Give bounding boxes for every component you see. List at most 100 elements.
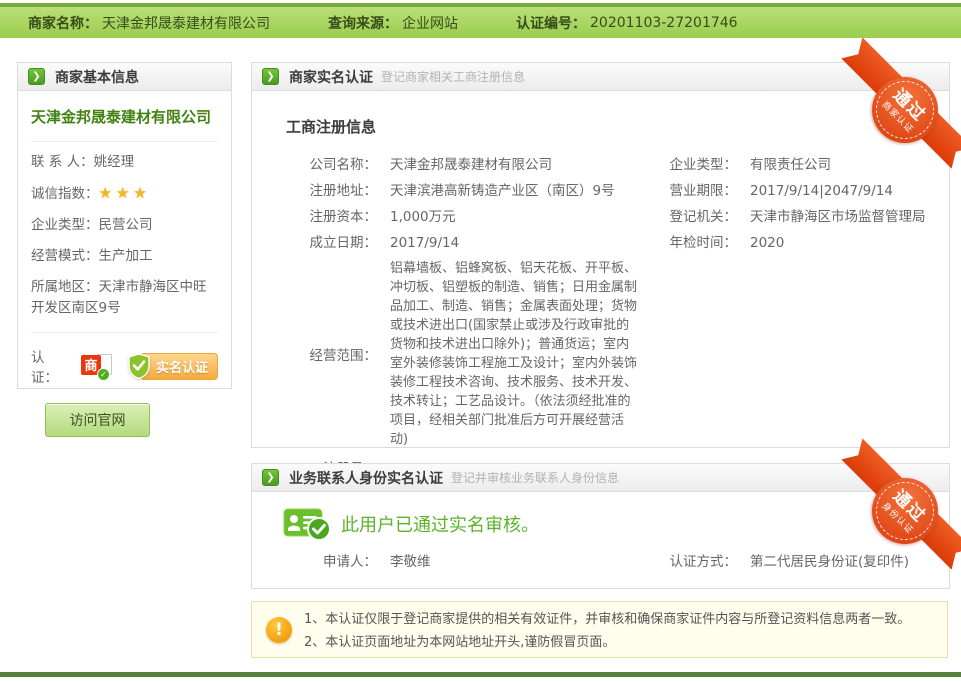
field-row: 公司名称： 天津金邦晟泰建材有限公司	[252, 152, 640, 178]
footer-divider	[0, 672, 961, 677]
credit-label: 诚信指数：	[31, 186, 99, 202]
field-row: 企业类型： 有限责任公司	[640, 152, 949, 178]
topbar-cert-number: 认证编号： 20201103-27201746	[516, 13, 738, 33]
business-scope-value: 铝幕墙板、铝蜂窝板、铝天花板、开平板、冲切板、铝塑板的制造、销售；日用金属制品加…	[390, 259, 640, 449]
field-row: 登记机关： 天津市静海区市场监督管理局	[640, 204, 949, 230]
ribbon-band	[841, 37, 961, 169]
section1-title: 商家实名认证	[289, 67, 373, 87]
field-label: 注册地址：	[252, 178, 377, 204]
applicant-label: 申请人：	[252, 549, 377, 575]
cert-number-label: 认证编号：	[516, 13, 586, 33]
contact-identity-cert-panel: ❯ 业务联系人身份实名认证 登记并审核业务联系人身份信息 此用户已通过实名审核。	[251, 463, 950, 589]
region-row: 所属地区：天津市静海区中旺开发区南区9号	[31, 277, 218, 319]
field-value: 1,000万元	[390, 204, 456, 230]
field-label: 年检时间：	[640, 230, 737, 256]
notice-line-1: 1、本认证仅限于登记商家提供的相关有效证件，并审核和确保商家证件内容与所登记资料…	[304, 608, 910, 631]
field-value: 2017/9/14|2047/9/14	[750, 178, 893, 204]
business-model-value: 生产加工	[99, 248, 153, 264]
cert-method-row: 认证方式： 第二代居民身份证(复印件)	[640, 549, 949, 575]
business-model-label: 经营模式：	[31, 248, 99, 264]
business-model-row: 经营模式：生产加工	[31, 246, 218, 267]
field-label: 登记机关：	[640, 204, 737, 230]
notice-text: 1、本认证仅限于登记商家提供的相关有效证件，并审核和确保商家证件内容与所登记资料…	[304, 607, 910, 654]
field-value: 天津市静海区市场监督管理局	[750, 204, 926, 230]
field-value: 有限责任公司	[750, 152, 831, 178]
section2-title: 业务联系人身份实名认证	[289, 468, 443, 488]
applicant-fields: 申请人： 李敬维 认证方式： 第二代居民身份证(复印件)	[252, 549, 949, 575]
top-bar: 商家名称： 天津金邦晟泰建材有限公司 查询来源： 企业网站 认证编号： 2020…	[0, 7, 961, 38]
field-row: 成立日期： 2017/9/14	[252, 230, 640, 256]
contact-label: 联 系 人：	[31, 154, 94, 170]
query-source-value: 企业网站	[402, 13, 458, 33]
chevron-right-icon: ❯	[262, 469, 279, 486]
registration-info-heading: 工商注册信息	[286, 116, 949, 137]
field-label: 注册资本：	[252, 204, 377, 230]
certification-row: 认 证： 商 ✓ 实名认证	[31, 332, 218, 386]
company-type-label: 企业类型：	[31, 217, 99, 233]
fields-left-column: 公司名称： 天津金邦晟泰建材有限公司 注册地址： 天津滨港高新铸造产业区（南区）…	[252, 152, 640, 508]
registration-fields: 公司名称： 天津金邦晟泰建材有限公司 注册地址： 天津滨港高新铸造产业区（南区）…	[252, 152, 949, 508]
field-row: 营业期限： 2017/9/14|2047/9/14	[640, 178, 949, 204]
star-icon: ★	[99, 184, 112, 202]
credit-stars: ★★★	[99, 186, 151, 202]
topbar-query-source: 查询来源： 企业网站	[328, 13, 458, 33]
field-label: 企业类型：	[640, 152, 737, 178]
field-row: 注册地址： 天津滨港高新铸造产业区（南区）9号	[252, 178, 640, 204]
applicant-right-column: 认证方式： 第二代居民身份证(复印件)	[640, 549, 949, 575]
id-card-check-icon	[283, 507, 331, 541]
credit-row: 诚信指数：★★★	[31, 183, 218, 205]
sidebar-title: 商家基本信息	[55, 67, 139, 87]
merchant-name-value: 天津金邦晟泰建材有限公司	[102, 13, 270, 33]
check-icon: ✓	[97, 368, 110, 381]
field-value: 天津金邦晟泰建材有限公司	[390, 152, 552, 178]
region-label: 所属地区：	[31, 279, 99, 295]
chevron-right-icon: ❯	[28, 68, 45, 85]
business-scope-row: 经营范围： 铝幕墙板、铝蜂窝板、铝天花板、开平板、冲切板、铝塑板的制造、销售；日…	[252, 259, 640, 449]
section1-subtitle: 登记商家相关工商注册信息	[381, 68, 525, 85]
field-label: 营业期限：	[640, 178, 737, 204]
fields-right-column: 企业类型： 有限责任公司 营业期限： 2017/9/14|2047/9/14 登…	[640, 152, 949, 508]
star-icon: ★	[116, 184, 129, 202]
field-value: 天津滨港高新铸造产业区（南区）9号	[390, 178, 615, 204]
company-type-row: 企业类型：民营公司	[31, 215, 218, 236]
notice-box: ! 1、本认证仅限于登记商家提供的相关有效证件，并审核和确保商家证件内容与所登记…	[251, 601, 948, 658]
field-row: 年检时间： 2020	[640, 230, 949, 256]
visit-official-site-button[interactable]: 访问官网	[45, 403, 150, 437]
notice-line-2: 2、本认证页面地址为本网站地址开头,谨防假冒页面。	[304, 631, 910, 654]
company-type-value: 民营公司	[99, 217, 153, 233]
cert-method-value: 第二代居民身份证(复印件)	[750, 549, 909, 575]
merchant-name-label: 商家名称：	[28, 13, 98, 33]
company-name: 天津金邦晟泰建材有限公司	[31, 91, 218, 142]
shield-check-icon	[127, 353, 151, 379]
section1-header: ❯ 商家实名认证 登记商家相关工商注册信息	[252, 63, 949, 91]
merchant-basic-info-panel: ❯ 商家基本信息 天津金邦晟泰建材有限公司 联 系 人：姚经理 诚信指数：★★★…	[17, 62, 232, 389]
cert-method-label: 认证方式：	[640, 549, 737, 575]
merchant-cert-icon[interactable]: 商 ✓	[81, 353, 113, 380]
section2-subtitle: 登记并审核业务联系人身份信息	[451, 469, 619, 486]
chevron-right-icon: ❯	[262, 68, 279, 85]
page: 商家名称： 天津金邦晟泰建材有限公司 查询来源： 企业网站 认证编号： 2020…	[0, 0, 961, 684]
identity-pass-row: 此用户已通过实名审核。	[283, 507, 949, 541]
contact-row: 联 系 人：姚经理	[31, 152, 218, 173]
applicant-left-column: 申请人： 李敬维	[252, 549, 640, 575]
cert-number-value: 20201103-27201746	[590, 15, 738, 31]
identity-pass-text: 此用户已通过实名审核。	[341, 511, 539, 537]
business-scope-label: 经营范围：	[252, 344, 377, 364]
topbar-merchant-name: 商家名称： 天津金邦晟泰建材有限公司	[28, 13, 270, 33]
merchant-realname-cert-panel: ❯ 商家实名认证 登记商家相关工商注册信息 工商注册信息 公司名称： 天津金邦晟…	[251, 62, 950, 448]
query-source-label: 查询来源：	[328, 13, 398, 33]
field-value: 2020	[750, 230, 784, 256]
field-label: 成立日期：	[252, 230, 377, 256]
field-value: 2017/9/14	[390, 230, 459, 256]
sidebar-body: 天津金邦晟泰建材有限公司 联 系 人：姚经理 诚信指数：★★★ 企业类型：民营公…	[18, 91, 231, 437]
applicant-row: 申请人： 李敬维	[252, 549, 640, 575]
section2-header: ❯ 业务联系人身份实名认证 登记并审核业务联系人身份信息	[252, 464, 949, 492]
realname-badge-label: 实名认证	[140, 353, 218, 380]
field-row: 注册资本： 1,000万元	[252, 204, 640, 230]
contact-value: 姚经理	[94, 154, 135, 170]
certification-label: 认 证：	[31, 346, 75, 386]
warning-icon: !	[266, 617, 292, 643]
applicant-value: 李敬维	[390, 549, 431, 575]
star-icon: ★	[133, 184, 146, 202]
realname-cert-badge[interactable]: 实名认证	[127, 353, 218, 380]
